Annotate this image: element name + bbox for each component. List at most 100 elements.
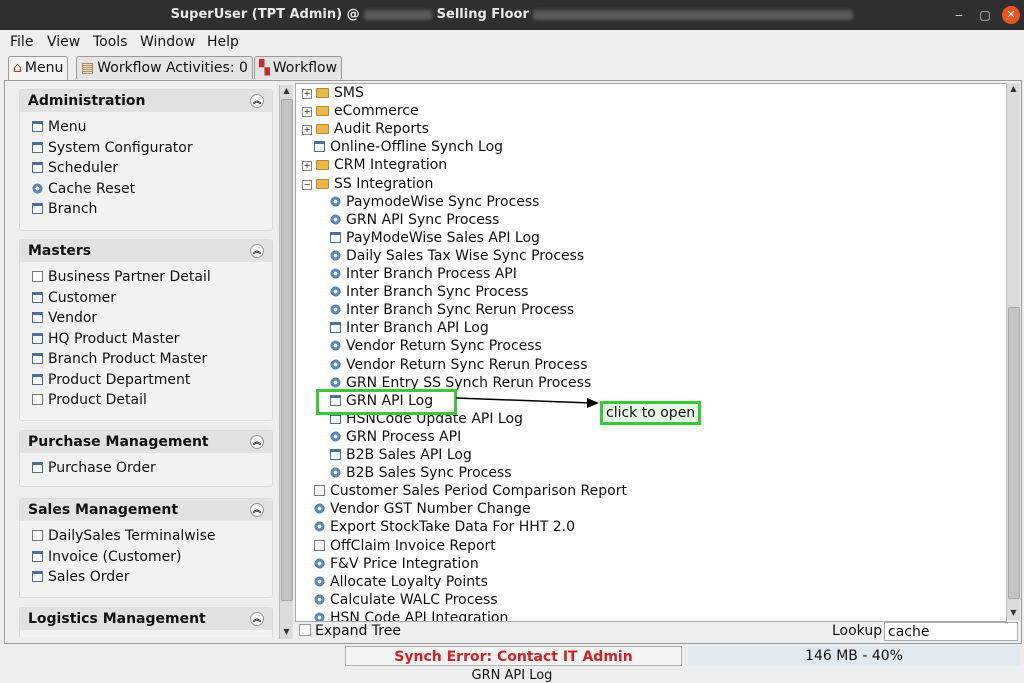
- tab-bar: ⌂ Menu ▤ Workflow Activities: 0 ▚ Workflow: [0, 56, 1024, 81]
- menu-item-label: Branch Product Master: [48, 351, 208, 367]
- workflow-icon: ▚: [259, 60, 270, 76]
- menu-item-label: Scheduler: [48, 160, 119, 176]
- collapse-icon[interactable]: ︽: [250, 435, 264, 449]
- section-header[interactable]: Sales Management ︽: [20, 499, 272, 521]
- menu-help[interactable]: Help: [207, 34, 239, 50]
- menu-item-label: Menu: [48, 119, 87, 135]
- expand-tree-label: Expand Tree: [315, 623, 401, 639]
- tab-menu[interactable]: ⌂ Menu: [8, 56, 69, 81]
- section-header[interactable]: Purchase Management ︽: [20, 431, 272, 453]
- close-button[interactable]: ✕: [1002, 6, 1020, 24]
- section-header[interactable]: Logistics Management ︽: [20, 608, 272, 630]
- menu-item-branch[interactable]: Branch: [20, 199, 272, 220]
- menu-file[interactable]: File: [10, 34, 33, 50]
- menu-item-purchase-order[interactable]: Purchase Order: [20, 458, 272, 479]
- collapse-icon[interactable]: ︽: [250, 244, 264, 258]
- menu-tree: + SMS + eCommerce + Audit Reports Online-Offli…: [295, 83, 1007, 622]
- menu-item-label: System Configurator: [48, 139, 193, 156]
- window-icon: [32, 141, 43, 153]
- window-icon: [32, 550, 43, 562]
- menu-item-hq-product-master[interactable]: HQ Product Master: [20, 329, 272, 350]
- menu-item-label: Vendor: [48, 310, 98, 326]
- menu-item-vendor[interactable]: Vendor: [20, 308, 272, 329]
- title-bar: SuperUser (TPT Admin) @ Selling Floor ‒ …: [0, 0, 1024, 30]
- section-logistics-management: Logistics Management ︽: [19, 607, 273, 637]
- synch-error-button[interactable]: Synch Error: Contact IT Admin: [345, 646, 682, 666]
- section-purchase-management: Purchase Management ︽ Purchase Order: [19, 430, 273, 487]
- section-masters: Masters ︽ Business Partner Detail Custome…: [19, 239, 273, 421]
- menu-item-scheduler[interactable]: Scheduler: [20, 158, 272, 179]
- memory-indicator[interactable]: 146 MB - 40%: [688, 646, 1020, 666]
- maximize-button[interactable]: ▢: [976, 6, 994, 24]
- status-bar: Synch Error: Contact IT Admin 146 MB - 4…: [0, 644, 1024, 668]
- menu-item-system-configurator[interactable]: System Configurator: [20, 138, 272, 159]
- document-icon: [32, 394, 43, 405]
- section-title: Purchase Management: [28, 434, 209, 450]
- window-icon: [32, 353, 43, 364]
- section-header[interactable]: Administration ︽: [20, 90, 272, 112]
- menu-panel-scrollbar[interactable]: ▲ ▼: [279, 85, 293, 639]
- collapse-icon[interactable]: ︽: [250, 503, 264, 517]
- tab-workflow[interactable]: ▚ Workflow: [254, 56, 343, 79]
- section-title: Logistics Management: [28, 611, 206, 627]
- main-content: Administration ︽ Menu System Configurator…: [4, 80, 1022, 644]
- tree-options-bar: Expand Tree Lookup cache: [295, 621, 1019, 643]
- menu-item-branch-product-master[interactable]: Branch Product Master: [20, 349, 272, 370]
- window-title-prefix: SuperUser (TPT Admin) @: [170, 7, 360, 22]
- menu-view[interactable]: View: [47, 34, 80, 50]
- menu-item-label: Product Department: [48, 371, 191, 388]
- tab-workflow-activities-label: Workflow Activities: 0: [97, 60, 248, 76]
- window-icon: [32, 571, 43, 582]
- window-icon: [32, 332, 43, 344]
- collapse-icon[interactable]: ︽: [250, 612, 264, 626]
- menu-item-product-department[interactable]: Product Department: [20, 370, 272, 391]
- annotation-arrow: [455, 397, 599, 408]
- menu-item-cache-reset[interactable]: Cache Reset: [20, 179, 272, 200]
- menu-item-customer[interactable]: Customer: [20, 288, 272, 309]
- tab-workflow-activities[interactable]: ▤ Workflow Activities: 0: [76, 56, 253, 79]
- menu-panel: Administration ︽ Menu System Configurator…: [15, 85, 279, 637]
- lookup-label: Lookup: [832, 623, 883, 639]
- section-title: Administration: [28, 93, 146, 109]
- menu-item-label: HQ Product Master: [48, 330, 180, 347]
- section-administration: Administration ︽ Menu System Configurator…: [19, 89, 273, 231]
- menu-item-product-detail[interactable]: Product Detail: [20, 390, 272, 411]
- table-icon: ▤: [81, 60, 95, 76]
- menu-item-dailysales-terminalwise[interactable]: DailySales Terminalwise: [20, 526, 272, 547]
- minimize-button[interactable]: ‒: [950, 6, 968, 24]
- checkbox-icon[interactable]: [299, 624, 311, 636]
- menu-item-invoice-customer[interactable]: Invoice (Customer): [20, 547, 272, 568]
- menu-bar: File View Tools Window Help: [0, 30, 1024, 54]
- menu-item-label: DailySales Terminalwise: [48, 528, 216, 544]
- document-icon: [32, 271, 43, 282]
- scroll-up-icon[interactable]: ▲: [1007, 83, 1020, 95]
- menu-tree-scrollbar[interactable]: ▲ ▼: [1006, 83, 1020, 620]
- menu-item-sales-order[interactable]: Sales Order: [20, 567, 272, 588]
- window-icon: [32, 162, 43, 173]
- scrollbar-thumb[interactable]: [1008, 307, 1020, 599]
- section-sales-management: Sales Management ︽ DailySales Terminalwis…: [19, 498, 273, 598]
- menu-item-label: Purchase Order: [48, 460, 156, 476]
- window-icon: [32, 373, 43, 385]
- menu-tools[interactable]: Tools: [93, 34, 128, 50]
- gear-icon: [32, 182, 43, 194]
- scroll-up-icon[interactable]: ▲: [280, 85, 293, 97]
- lookup-input[interactable]: cache: [884, 622, 1018, 641]
- menu-item-label: Customer: [48, 289, 117, 306]
- scroll-down-icon[interactable]: ▼: [1007, 607, 1020, 619]
- window-icon: [32, 121, 43, 132]
- window-icon: [32, 462, 43, 473]
- tab-workflow-label: Workflow: [272, 60, 338, 76]
- menu-item-label: Product Detail: [48, 392, 147, 408]
- scrollbar-thumb[interactable]: [281, 99, 293, 601]
- collapse-icon[interactable]: ︽: [250, 94, 264, 108]
- menu-window[interactable]: Window: [140, 34, 195, 50]
- section-title: Masters: [28, 243, 92, 259]
- section-header[interactable]: Masters ︽: [20, 240, 272, 262]
- expand-tree-checkbox[interactable]: Expand Tree: [299, 623, 401, 639]
- menu-item-menu[interactable]: Menu: [20, 117, 272, 138]
- annotation-callout: click to open: [600, 401, 702, 425]
- window-title-mid: Selling Floor: [436, 7, 529, 22]
- menu-item-business-partner-detail[interactable]: Business Partner Detail: [20, 267, 272, 288]
- scroll-down-icon[interactable]: ▼: [280, 626, 293, 638]
